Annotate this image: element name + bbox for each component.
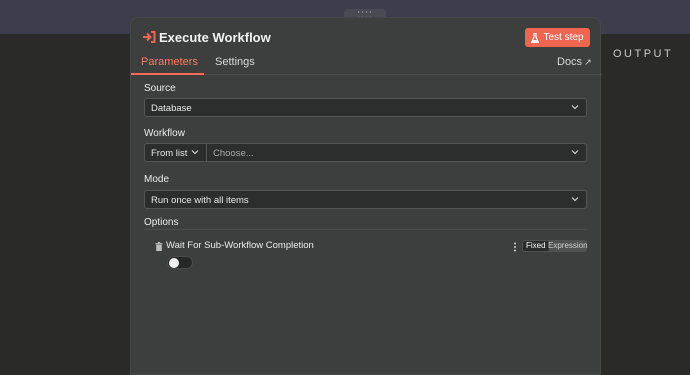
- test-step-label: Test step: [543, 32, 584, 43]
- chevron-down-icon: [191, 150, 199, 155]
- source-value: Database: [151, 103, 192, 114]
- mode-value: Run once with all items: [151, 195, 249, 206]
- source-label: Source: [144, 83, 176, 94]
- mode-select[interactable]: Run once with all items: [144, 190, 587, 209]
- kebab-icon[interactable]: [513, 242, 517, 252]
- toggle-knob: [169, 258, 179, 268]
- chevron-down-icon: [571, 197, 579, 202]
- value-mode-switch: Fixed Expression: [522, 240, 588, 252]
- output-label: OUTPUT: [613, 48, 674, 60]
- trash-icon[interactable]: [155, 242, 163, 251]
- workflow-mode-select[interactable]: From list: [144, 143, 207, 162]
- fixed-mode-button[interactable]: Fixed: [523, 241, 549, 251]
- chevron-down-icon: [571, 105, 579, 110]
- external-link-icon: ↗: [584, 57, 592, 67]
- option-label: Wait For Sub-Workflow Completion: [166, 240, 314, 251]
- tab-settings[interactable]: Settings: [215, 56, 255, 68]
- mode-label: Mode: [144, 174, 170, 185]
- wait-completion-toggle[interactable]: [167, 256, 193, 269]
- expression-mode-button[interactable]: Expression: [548, 241, 588, 251]
- workflow-mode-value: From list: [151, 148, 188, 159]
- flask-icon: [531, 32, 540, 43]
- node-details-panel: Execute Workflow Test step Parameters Se…: [130, 17, 602, 375]
- panel-tabs: Parameters Settings Docs ↗: [131, 54, 602, 75]
- options-label: Options: [144, 217, 179, 228]
- workflow-selector: From list Choose...: [144, 143, 587, 162]
- workflow-placeholder: Choose...: [213, 148, 254, 159]
- tab-parameters[interactable]: Parameters: [141, 56, 198, 68]
- active-tab-indicator: [131, 73, 204, 75]
- docs-label: Docs: [557, 56, 583, 68]
- chevron-down-icon: [571, 150, 579, 155]
- docs-link[interactable]: Docs ↗: [557, 56, 592, 68]
- test-step-button[interactable]: Test step: [525, 28, 590, 47]
- workflow-label: Workflow: [144, 128, 185, 139]
- node-title: Execute Workflow: [159, 30, 271, 45]
- options-divider: [144, 229, 587, 230]
- workflow-input[interactable]: Choose...: [206, 143, 587, 162]
- output-pane: [600, 34, 690, 375]
- source-select[interactable]: Database: [144, 98, 587, 117]
- input-pane: [0, 34, 130, 375]
- sign-in-icon: [143, 31, 156, 43]
